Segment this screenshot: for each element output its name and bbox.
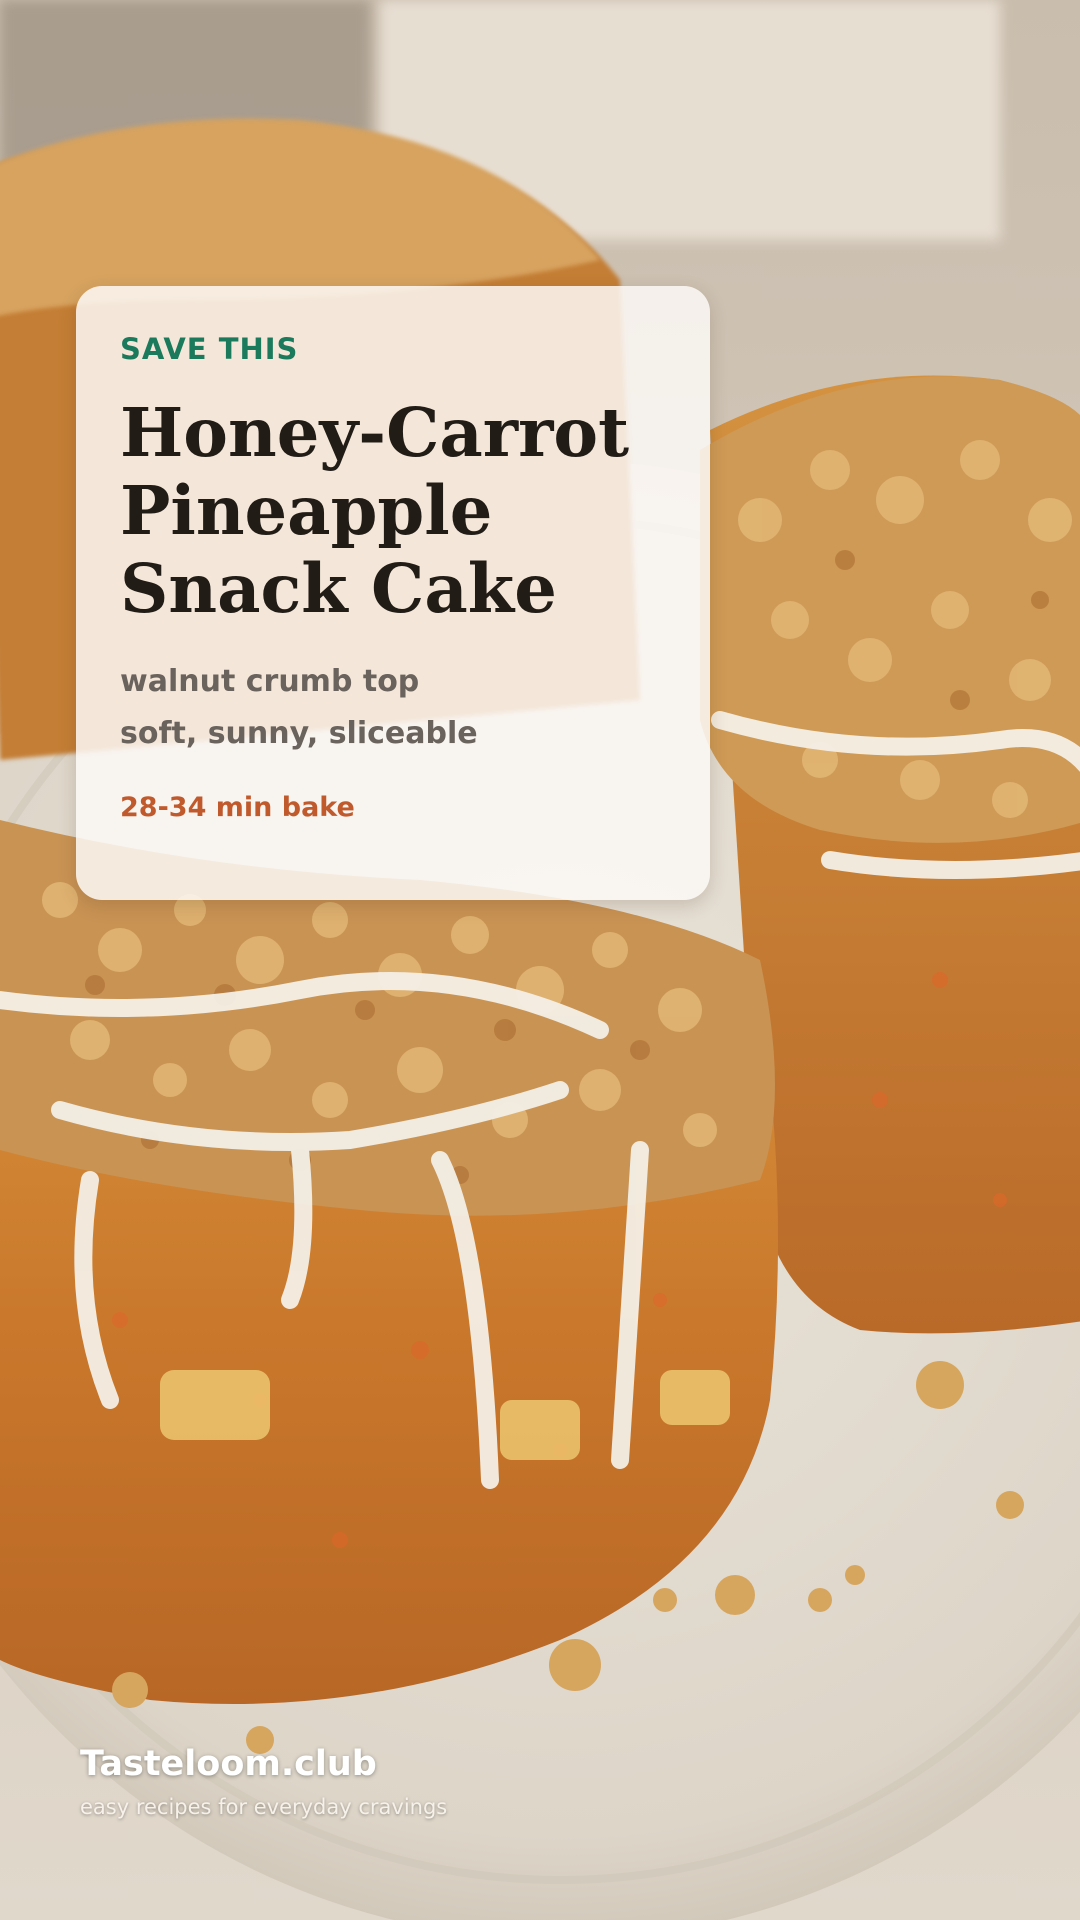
- brand-name: Tasteloom.club: [80, 1744, 377, 1784]
- recipe-title-line: Snack Cake: [120, 549, 557, 628]
- pin-image: SAVE THIS Honey-Carrot Pineapple Snack C…: [0, 0, 1080, 1920]
- recipe-subtitle: walnut crumb top: [120, 664, 420, 699]
- recipe-card: SAVE THIS Honey-Carrot Pineapple Snack C…: [76, 286, 710, 900]
- bake-time: 28-34 min bake: [120, 792, 355, 823]
- recipe-title-line: Honey-Carrot: [120, 393, 630, 472]
- recipe-title-line: Pineapple: [120, 471, 493, 550]
- recipe-description: soft, sunny, sliceable: [120, 716, 478, 751]
- brand-tagline: easy recipes for everyday cravings: [80, 1795, 448, 1819]
- save-this-label: SAVE THIS: [120, 332, 299, 366]
- recipe-title: Honey-Carrot Pineapple Snack Cake: [120, 394, 690, 628]
